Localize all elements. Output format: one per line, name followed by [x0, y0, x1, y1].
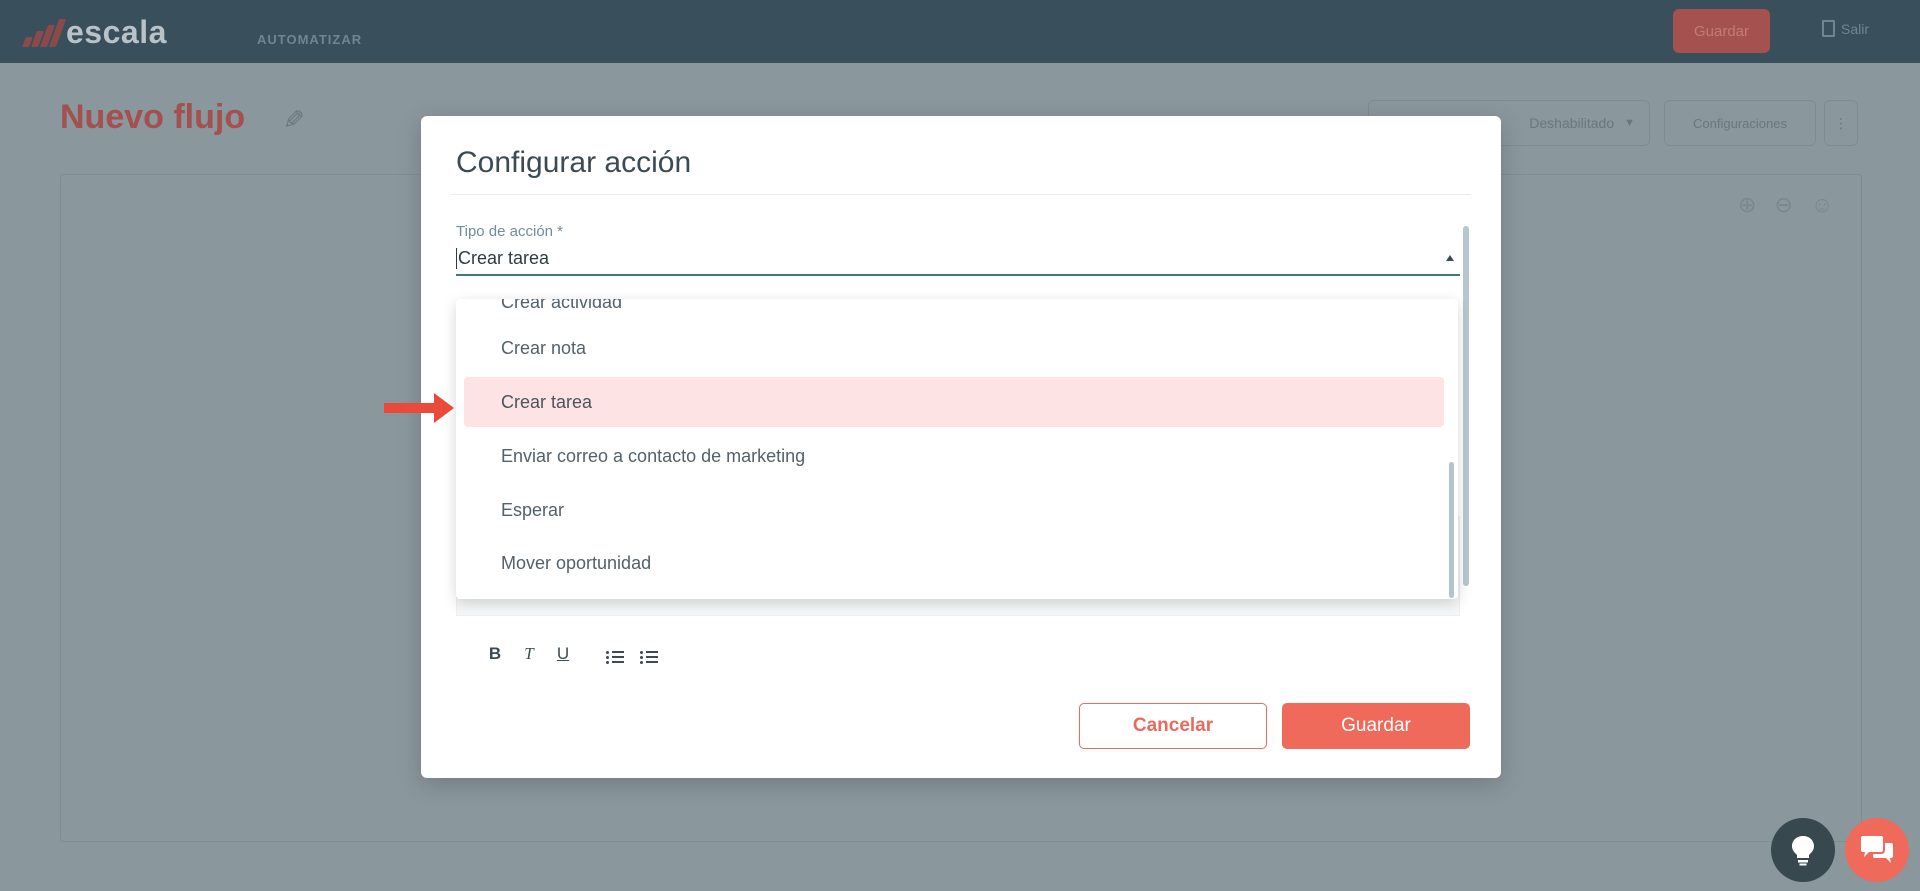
underline-button[interactable]: U — [546, 644, 580, 664]
top-bar: escala AUTOMATIZAR Guardar Salir — [0, 0, 1920, 63]
caret-up-icon — [1446, 255, 1454, 261]
zoom-in-icon[interactable]: ⊕ — [1738, 192, 1756, 218]
cancel-button[interactable]: Cancelar — [1079, 703, 1267, 749]
modal-scrollbar[interactable] — [1463, 226, 1469, 586]
dropdown-item-selected[interactable]: Crear tarea — [464, 377, 1444, 427]
pointer-arrow-icon — [384, 393, 454, 423]
settings-button[interactable]: Configuraciones — [1664, 100, 1816, 146]
action-type-dropdown: Crear actividad Crear nota Crear tarea E… — [456, 299, 1458, 599]
edit-pencil-icon[interactable]: ✎ — [278, 108, 308, 138]
chevron-down-icon: ▼ — [1624, 117, 1635, 129]
editor-toolbar: B T U — [456, 642, 1460, 664]
top-save-button[interactable]: Guardar — [1673, 9, 1770, 53]
ordered-list-icon[interactable] — [606, 650, 624, 664]
bullet-list-icon[interactable] — [640, 650, 658, 664]
zoom-out-icon[interactable]: ⊖ — [1774, 192, 1792, 218]
dropdown-item[interactable]: Crear actividad — [464, 299, 1444, 313]
dropdown-item[interactable]: Esperar — [464, 485, 1444, 535]
logo-text: escala — [66, 13, 167, 50]
status-select-label: Deshabilitado — [1529, 115, 1615, 131]
modal-divider — [451, 194, 1471, 195]
logo-bars-icon — [20, 17, 67, 47]
exit-label: Salir — [1841, 20, 1870, 37]
action-type-label: Tipo de acción * — [456, 223, 564, 240]
page-title: Nuevo flujo — [60, 98, 246, 136]
action-type-value: Crear tarea — [456, 248, 550, 269]
dropdown-item[interactable]: Mover oportunidad — [464, 538, 1444, 588]
door-icon — [1822, 20, 1835, 37]
user-icon[interactable]: ☺ — [1811, 192, 1833, 218]
lightbulb-icon — [1792, 836, 1814, 866]
more-menu-icon[interactable]: ⋮ — [1824, 100, 1858, 146]
exit-link[interactable]: Salir — [1822, 20, 1869, 37]
dropdown-item[interactable]: Enviar correo a contacto de marketing — [464, 431, 1444, 481]
italic-button[interactable]: T — [512, 644, 546, 664]
escala-logo[interactable]: escala — [20, 14, 167, 50]
idea-button[interactable] — [1771, 818, 1835, 882]
canvas-tools: ⊕ ⊖ ☺ — [1738, 192, 1833, 218]
save-button[interactable]: Guardar — [1282, 703, 1470, 749]
action-type-select[interactable]: Crear tarea — [456, 246, 1460, 276]
nav-automatizar[interactable]: AUTOMATIZAR — [257, 32, 362, 47]
bold-button[interactable]: B — [478, 644, 512, 664]
modal-title: Configurar acción — [456, 146, 692, 179]
chat-bubbles-icon — [1861, 836, 1893, 863]
dropdown-item[interactable]: Crear nota — [464, 323, 1444, 373]
dropdown-scrollbar[interactable] — [1449, 462, 1454, 598]
chat-button[interactable] — [1845, 818, 1909, 882]
